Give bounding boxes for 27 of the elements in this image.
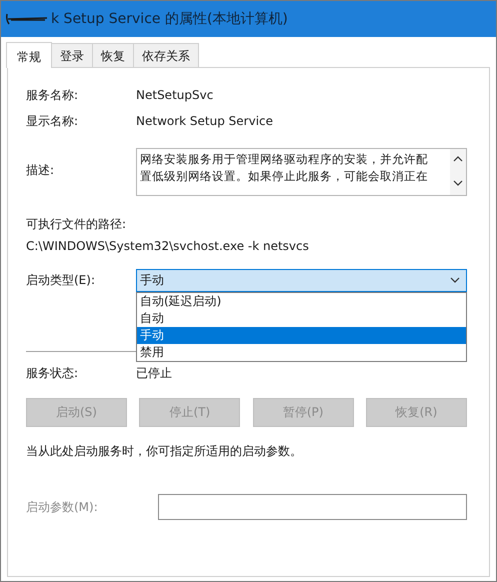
chevron-down-icon	[450, 276, 460, 284]
field-value: NetSetupSvc	[136, 88, 214, 102]
tab[interactable]: 常规	[6, 42, 52, 68]
tab[interactable]: 登录	[51, 43, 93, 67]
tab[interactable]: 恢复	[92, 43, 134, 67]
window-title: k Setup Service 的属性(本地计算机)	[51, 10, 288, 28]
field-label: 描述:	[26, 162, 56, 179]
field-label: 显示名称:	[26, 112, 80, 130]
path-value: C:\WINDOWS\System32\svchost.exe -k netsvcs	[26, 239, 310, 253]
description-box[interactable]: 网络安装服务用于管理网络驱动程序的安装，并允许配 置低级别网络设置。如果停止此服务，可能会取消正在	[136, 148, 467, 196]
dropdown-option[interactable]: 手动	[137, 326, 466, 344]
field-label: 可执行文件的路径:	[26, 216, 128, 233]
scroll-up-icon[interactable]	[453, 155, 463, 163]
tab[interactable]: 依存关系	[133, 43, 199, 67]
hint-text: 当从此处启动服务时，你可指定所适用的启动参数。	[26, 443, 303, 460]
dropdown-option[interactable]: 自动	[137, 310, 466, 326]
startup-type-dropdown[interactable]: 手动	[136, 268, 467, 292]
field-label: 启动参数(M):	[26, 498, 99, 516]
status-value: 已停止	[136, 364, 172, 382]
field-label: 服务名称:	[26, 86, 80, 104]
field-value: Network Setup Service	[136, 114, 274, 128]
dropdown-option[interactable]: 禁用	[137, 344, 466, 360]
dropdown-option[interactable]: 自动(延迟启动)	[137, 292, 466, 310]
scribble-mark	[5, 12, 49, 26]
scroll-down-icon[interactable]	[453, 179, 463, 187]
field-label: 服务状态:	[26, 364, 80, 382]
field-label: 启动类型(E):	[26, 272, 96, 288]
